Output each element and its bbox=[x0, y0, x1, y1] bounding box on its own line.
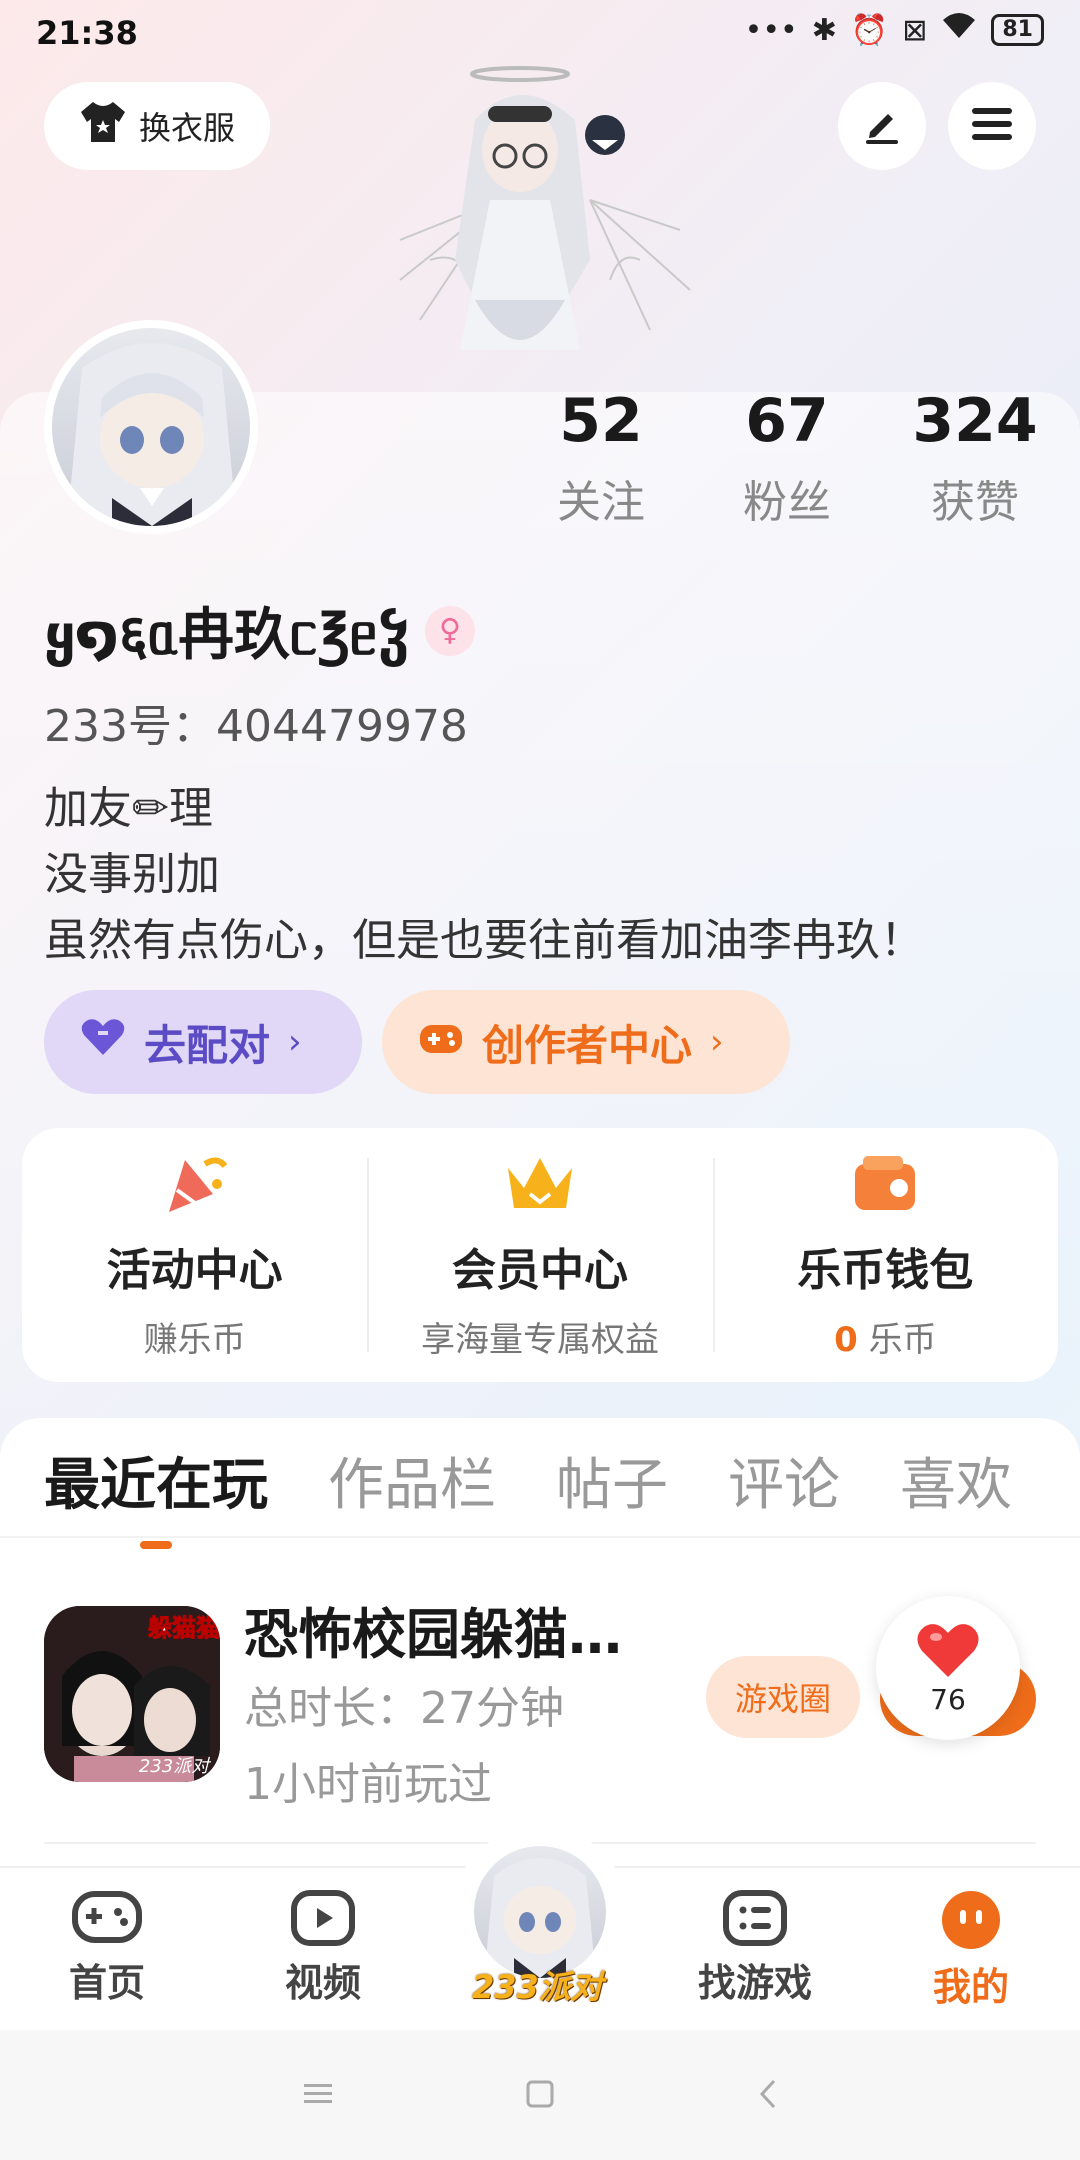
gamepad-nav-icon bbox=[72, 1891, 142, 1943]
likes-label: 获赞 bbox=[931, 477, 1019, 528]
nickname: ყ໑६ᥲ冉玖ᥴ℥ᥱჴ ♀ bbox=[44, 590, 475, 671]
menu-button[interactable] bbox=[948, 82, 1036, 170]
party-avatar-icon[interactable] bbox=[474, 1846, 606, 1978]
game-icon-text: 躲猫猫 bbox=[148, 1614, 220, 1642]
nav-me[interactable]: 我的 bbox=[896, 1890, 1046, 2011]
bio-line: 没事别加 bbox=[44, 849, 220, 900]
followers-label: 粉丝 bbox=[743, 477, 831, 528]
user-id: 233号：404479978 bbox=[44, 701, 468, 752]
creator-center-label: 创作者中心 bbox=[482, 1020, 693, 1070]
change-outfit-button[interactable]: 换衣服 bbox=[44, 82, 270, 170]
coin-wallet-title: 乐币钱包 bbox=[797, 1244, 974, 1296]
like-count: 76 bbox=[930, 1682, 966, 1716]
pair-button[interactable]: 去配对 › bbox=[44, 990, 362, 1094]
likes-count: 324 bbox=[912, 386, 1038, 456]
avatar-3d-character[interactable] bbox=[380, 60, 710, 390]
member-center-title: 会员中心 bbox=[451, 1244, 628, 1296]
game-icon[interactable]: 躲猫猫 233派对 bbox=[44, 1606, 220, 1782]
followers-count: 67 bbox=[745, 386, 829, 456]
status-icons: ••• ✱ ⏰ ⊠ 81 bbox=[745, 12, 1044, 48]
me-face-icon bbox=[942, 1891, 1000, 1949]
nav-home[interactable]: 首页 bbox=[32, 1890, 182, 2007]
pencil-icon bbox=[860, 102, 904, 150]
chevron-right-icon: › bbox=[288, 1022, 302, 1062]
stat-followers[interactable]: 67 粉丝 bbox=[712, 386, 862, 530]
nav-video-label: 视频 bbox=[284, 1961, 361, 2005]
coin-wallet[interactable]: 乐币钱包 0 乐币 bbox=[712, 1128, 1058, 1382]
activity-center-title: 活动中心 bbox=[106, 1244, 283, 1296]
creator-center-button[interactable]: 创作者中心 › bbox=[382, 990, 790, 1094]
heart-pair-icon bbox=[80, 1017, 126, 1067]
coin-balance: 0 bbox=[834, 1319, 858, 1360]
member-center[interactable]: 会员中心 享海量专属权益 bbox=[367, 1128, 712, 1382]
party-popper-icon bbox=[168, 1157, 227, 1212]
gamepad-icon bbox=[418, 1018, 464, 1067]
game-total-time: 总时长：27分钟 bbox=[244, 1683, 564, 1734]
coin-unit: 乐币 bbox=[868, 1319, 937, 1360]
bluetooth-icon: ✱ bbox=[811, 12, 837, 48]
bio-line: 虽然有点伤心，但是也要往前看加油李冉玖！ bbox=[44, 915, 924, 966]
battery-icon: 81 bbox=[991, 14, 1044, 46]
game-last-played: 1小时前玩过 bbox=[244, 1759, 492, 1810]
recent-apps-icon[interactable] bbox=[298, 2074, 338, 2114]
member-center-sub: 享海量专属权益 bbox=[420, 1319, 659, 1360]
tab-recently-played[interactable]: 最近在玩 bbox=[44, 1440, 268, 1549]
nav-me-label: 我的 bbox=[932, 1965, 1009, 2009]
stat-following[interactable]: 52 关注 bbox=[526, 386, 676, 530]
following-count: 52 bbox=[559, 386, 643, 456]
sim-off-icon: ⊠ bbox=[902, 12, 928, 48]
tab-comments[interactable]: 评论 bbox=[728, 1440, 840, 1541]
feature-card: 活动中心 赚乐币 会员中心 享海量专属权益 乐币钱包 0 乐币 bbox=[22, 1128, 1058, 1382]
list-icon bbox=[723, 1890, 787, 1946]
crown-icon bbox=[507, 1157, 572, 1208]
activity-center-sub: 赚乐币 bbox=[143, 1319, 246, 1360]
home-square-icon[interactable] bbox=[520, 2074, 560, 2114]
nav-find-games[interactable]: 找游戏 bbox=[680, 1890, 830, 2007]
stat-likes[interactable]: 324 获赞 bbox=[900, 386, 1050, 530]
tab-posts[interactable]: 帖子 bbox=[556, 1440, 668, 1541]
nickname-text: ყ໑६ᥲ冉玖ᥴ℥ᥱჴ bbox=[44, 603, 409, 668]
game-title[interactable]: 恐怖校园躲猫… bbox=[244, 1590, 622, 1669]
status-time: 21:38 bbox=[36, 14, 138, 52]
wallet-icon bbox=[855, 1155, 916, 1210]
more-dots-icon: ••• bbox=[744, 12, 798, 48]
game-circle-button[interactable]: 游戏圈 bbox=[706, 1656, 860, 1738]
pair-label: 去配对 bbox=[144, 1020, 271, 1070]
tshirt-icon bbox=[79, 100, 127, 152]
heart-icon bbox=[917, 1623, 979, 1677]
edit-profile-button[interactable] bbox=[838, 82, 926, 170]
nav-find-games-label: 找游戏 bbox=[697, 1961, 812, 2005]
coin-wallet-sub: 0 乐币 bbox=[834, 1312, 936, 1361]
game-icon-watermark: 233派对 bbox=[139, 1756, 211, 1777]
wifi-icon bbox=[941, 12, 977, 48]
chevron-right-icon: › bbox=[710, 1022, 724, 1062]
bio: 加友✏理 没事别加 虽然有点伤心，但是也要往前看加油李冉玖！ bbox=[44, 776, 924, 974]
alarm-icon: ⏰ bbox=[850, 12, 889, 48]
tab-works[interactable]: 作品栏 bbox=[328, 1440, 496, 1541]
tab-likes[interactable]: 喜欢 bbox=[900, 1440, 1012, 1541]
party-label[interactable]: 233派对 bbox=[472, 1962, 603, 2008]
activity-center[interactable]: 活动中心 赚乐币 bbox=[22, 1128, 367, 1382]
bio-line: 加友✏理 bbox=[44, 783, 213, 834]
like-bubble[interactable]: 76 bbox=[876, 1596, 1020, 1740]
change-outfit-label: 换衣服 bbox=[138, 109, 235, 147]
video-play-icon bbox=[291, 1890, 355, 1946]
profile-tabs: 最近在玩 作品栏 帖子 评论 喜欢 bbox=[44, 1440, 1012, 1549]
following-label: 关注 bbox=[557, 477, 645, 528]
nav-video[interactable]: 视频 bbox=[248, 1890, 398, 2007]
back-arrow-icon[interactable] bbox=[748, 2074, 788, 2114]
hamburger-icon bbox=[970, 104, 1014, 148]
profile-avatar[interactable] bbox=[44, 320, 258, 534]
female-gender-icon: ♀ bbox=[424, 605, 475, 656]
tab-divider bbox=[0, 1536, 1080, 1538]
nav-home-label: 首页 bbox=[68, 1961, 145, 2005]
